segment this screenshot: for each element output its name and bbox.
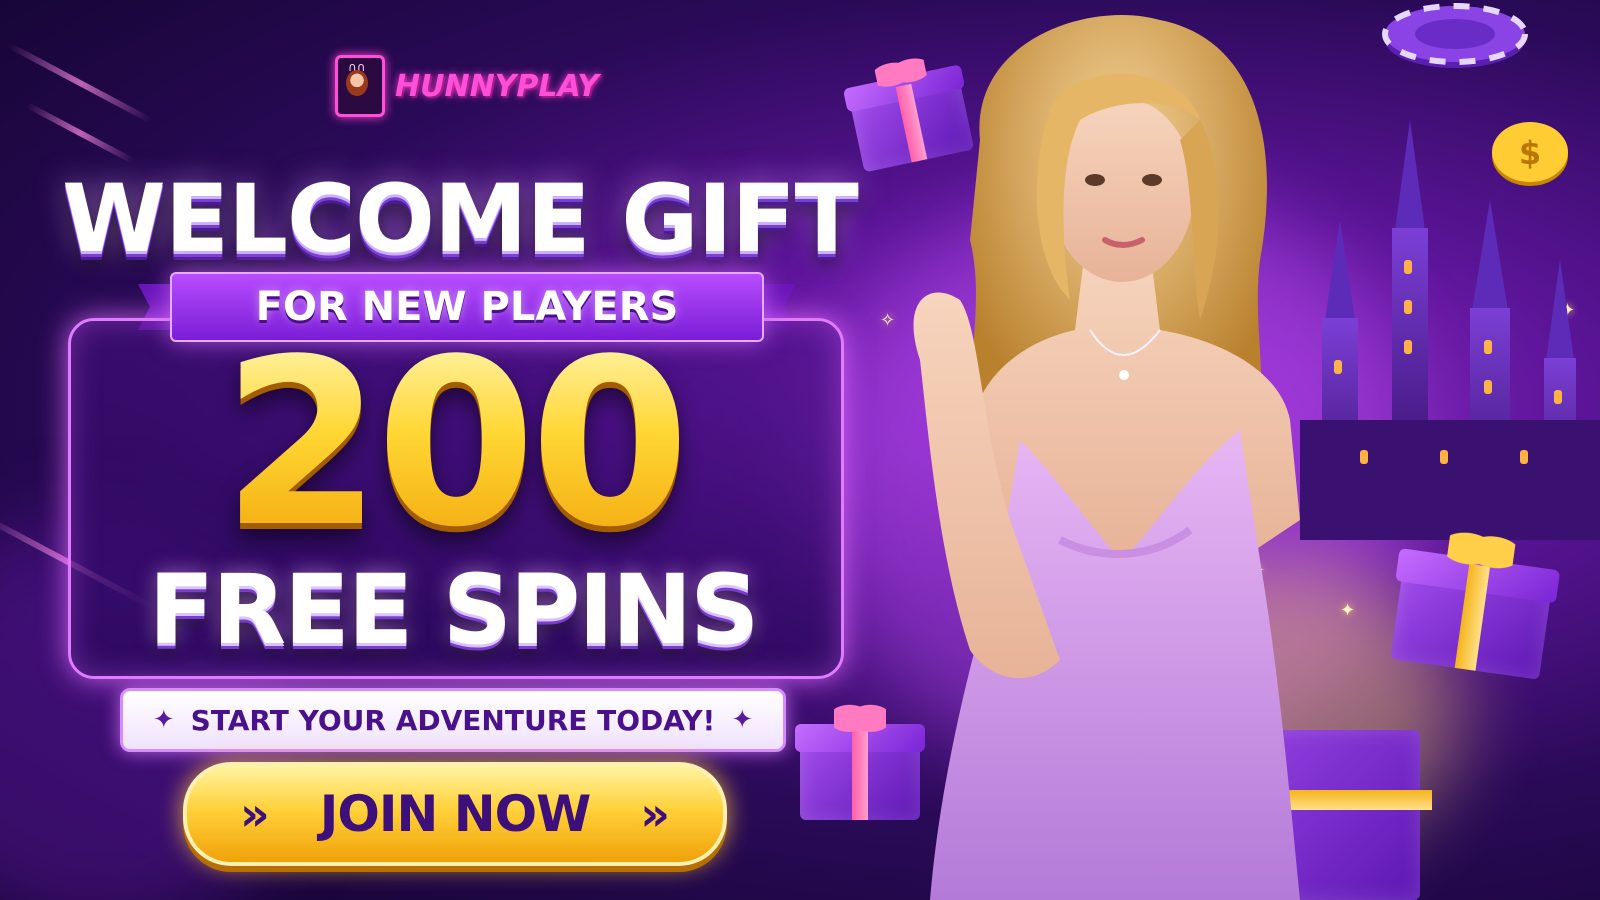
join-now-button[interactable]: » JOIN NOW » — [183, 762, 727, 866]
bunny-card-icon: ∩∩ — [335, 55, 385, 117]
spins-amount: 200 — [68, 330, 838, 560]
double-chevron-right-icon: » — [640, 787, 670, 841]
headline: WELCOME GIFT — [62, 165, 859, 274]
sparkle-icon: ✦ — [152, 705, 175, 735]
tagline-text: START YOUR ADVENTURE TODAY! — [190, 703, 716, 737]
double-chevron-right-icon: » — [240, 787, 270, 841]
sparkle-icon: ✦ — [731, 705, 754, 735]
join-now-label: JOIN NOW — [319, 785, 591, 843]
light-streak — [7, 42, 153, 124]
brand-name: HUNNYPLAY — [395, 68, 600, 104]
light-streak — [25, 102, 135, 164]
brand-logo[interactable]: ∩∩ HUNNYPLAY — [335, 55, 599, 117]
spins-label: FREE SPINS — [148, 554, 760, 666]
tagline-banner: ✦ START YOUR ADVENTURE TODAY! ✦ — [120, 688, 786, 752]
promo-banner: ✦ ✦ ✦ ✧ ✧ — [0, 0, 1600, 900]
model-figure-illustration — [913, 15, 1300, 900]
svg-text:$: $ — [1519, 134, 1541, 172]
gold-coin-icon: $ — [1492, 122, 1568, 186]
